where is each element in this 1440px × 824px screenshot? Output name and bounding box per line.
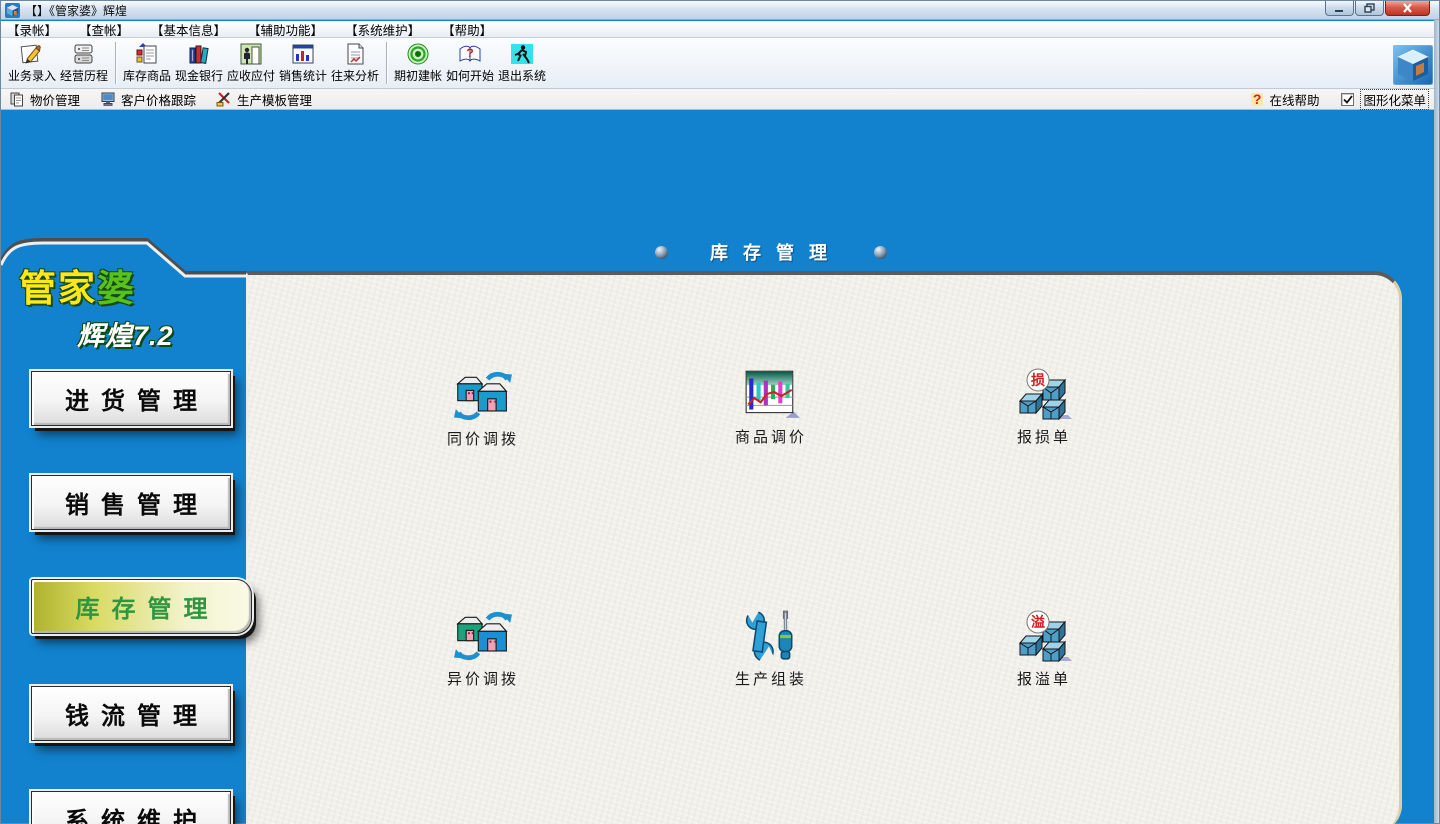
sphere-decoration-icon <box>874 246 887 259</box>
main-area: 管家婆 辉煌7.2 库 存 管 理 进货管理 销售管理 库存管理 钱流管理 系统… <box>1 110 1439 823</box>
app-window: 【】《管家婆》辉煌 【录帐】 【查帐】 【基本信息】 【辅助功能】 【系统维护】 <box>0 0 1440 824</box>
feature-loss-report[interactable]: 损 报损单 <box>979 368 1109 447</box>
menu-item-query[interactable]: 【查帐】 <box>79 20 129 39</box>
toolbar-business-history[interactable]: 经营历程 <box>58 42 110 84</box>
feature-production-assembly[interactable]: 生产组装 <box>706 610 836 689</box>
quick-price-management[interactable]: 物价管理 <box>9 90 80 109</box>
how-to-start-icon: ? <box>458 42 482 66</box>
brand-cube-logo <box>1393 45 1433 85</box>
check-icon <box>1343 95 1353 104</box>
receivable-payable-icon <box>239 42 263 66</box>
brand-version: 辉煌7.2 <box>77 314 239 353</box>
restore-button[interactable] <box>1355 1 1384 16</box>
content-panel <box>246 271 1402 824</box>
tools-icon <box>216 91 232 107</box>
toolbar-initial-account[interactable]: 期初建帐 <box>392 42 444 84</box>
restore-icon <box>1364 3 1375 13</box>
close-button[interactable] <box>1385 1 1430 16</box>
toolbar: 业务录入 经营历程 库存商品 <box>1 38 1439 89</box>
toolbar-sales-statistics[interactable]: 销售统计 <box>277 42 329 84</box>
quick-bar: 物价管理 客户价格跟踪 生产模板管理 ? 在线帮助 <box>1 89 1439 110</box>
sphere-decoration-icon <box>655 246 668 259</box>
svg-text:溢: 溢 <box>1031 614 1045 630</box>
sidebar-button-cashflow[interactable]: 钱流管理 <box>31 686 231 741</box>
sidebar-button-maintenance[interactable]: 系统维护 <box>31 791 231 824</box>
toolbar-cash-bank[interactable]: 现金银行 <box>173 42 225 84</box>
close-icon <box>1402 3 1413 13</box>
minimize-icon <box>1334 4 1345 13</box>
online-help-link[interactable]: 在线帮助 <box>1269 90 1319 109</box>
brand-name: 管家婆 <box>19 258 239 312</box>
diff-price-transfer-icon <box>454 610 512 662</box>
window-title: 【】《管家婆》辉煌 <box>25 2 127 19</box>
menu-item-aux-functions[interactable]: 【辅助功能】 <box>248 20 323 39</box>
toolbar-separator <box>115 42 116 84</box>
toolbar-exit-system[interactable]: 退出系统 <box>496 42 548 84</box>
sidebar-button-purchase[interactable]: 进货管理 <box>31 371 231 426</box>
quick-customer-price-tracking[interactable]: 客户价格跟踪 <box>100 90 196 109</box>
toolbar-business-entry[interactable]: 业务录入 <box>6 42 58 84</box>
window-frame-edge <box>1434 20 1439 823</box>
graphic-menu-label[interactable]: 图形化菜单 <box>1360 89 1429 110</box>
init-account-icon <box>406 42 430 66</box>
feature-overflow-report[interactable]: 溢 报溢单 <box>979 610 1109 689</box>
overflow-report-icon: 溢 <box>1015 610 1073 662</box>
page-title: 库 存 管 理 <box>710 239 832 265</box>
feature-goods-reprice[interactable]: 商品调价 <box>706 368 836 447</box>
same-price-transfer-icon <box>454 370 512 422</box>
svg-text:损: 损 <box>1031 372 1045 388</box>
toolbar-receivable-payable[interactable]: 应收应付 <box>225 42 277 84</box>
sidebar-button-sales[interactable]: 销售管理 <box>31 475 231 530</box>
menu-item-basic-info[interactable]: 【基本信息】 <box>151 20 226 39</box>
documents-icon <box>9 91 25 107</box>
exit-runner-icon <box>510 42 534 66</box>
ledger-icon <box>72 42 96 66</box>
brand-logo: 管家婆 辉煌7.2 <box>19 258 239 353</box>
graphic-menu-checkbox[interactable] <box>1341 93 1354 106</box>
loss-report-icon: 损 <box>1015 368 1073 420</box>
feature-same-price-transfer[interactable]: 同价调拨 <box>418 370 548 449</box>
sales-stats-icon <box>291 42 315 66</box>
sidebar-button-inventory[interactable]: 库存管理 <box>31 579 252 634</box>
page-header: 库 存 管 理 <box>246 234 1296 270</box>
cash-bank-icon <box>187 42 211 66</box>
toolbar-contacts-analysis[interactable]: 往来分析 <box>329 42 381 84</box>
menu-item-help[interactable]: 【帮助】 <box>442 20 492 39</box>
contacts-analysis-icon <box>343 42 367 66</box>
menu-item-record[interactable]: 【录帐】 <box>7 20 57 39</box>
help-question-icon: ? <box>1251 93 1264 106</box>
toolbar-separator <box>386 42 387 84</box>
toolbar-stock-goods[interactable]: 库存商品 <box>121 42 173 84</box>
menu-item-system-maintenance[interactable]: 【系统维护】 <box>345 20 420 39</box>
stock-goods-icon <box>135 42 159 66</box>
svg-text:?: ? <box>466 46 473 60</box>
app-icon <box>5 3 20 18</box>
computer-icon <box>100 91 116 107</box>
minimize-button[interactable] <box>1325 1 1354 16</box>
quick-production-template[interactable]: 生产模板管理 <box>216 90 312 109</box>
pen-note-icon <box>20 42 44 66</box>
feature-diff-price-transfer[interactable]: 异价调拨 <box>418 610 548 689</box>
title-bar: 【】《管家婆》辉煌 <box>1 1 1439 20</box>
goods-reprice-icon <box>742 368 800 420</box>
menu-bar: 【录帐】 【查帐】 【基本信息】 【辅助功能】 【系统维护】 【帮助】 <box>1 21 1439 38</box>
toolbar-how-to-start[interactable]: ? 如何开始 <box>444 42 496 84</box>
production-assembly-icon <box>742 610 800 662</box>
